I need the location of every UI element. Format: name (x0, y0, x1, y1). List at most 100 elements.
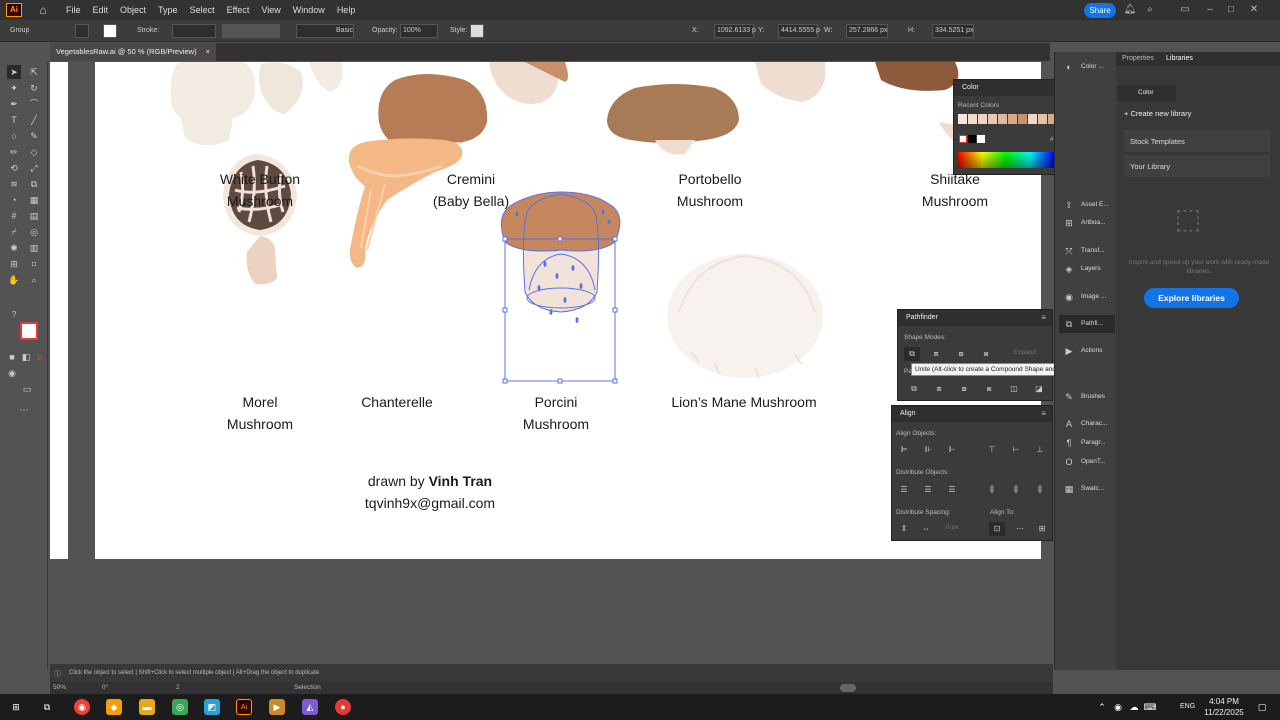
unite-icon[interactable]: ⧉ (904, 347, 920, 361)
menu-view[interactable]: View (255, 5, 286, 15)
color-mini-panel[interactable]: Color (1118, 85, 1176, 101)
recent-swatch[interactable] (1008, 114, 1018, 124)
maximize-icon[interactable]: □ (1224, 3, 1238, 17)
rotation-value[interactable]: 0° (102, 684, 108, 691)
stroke-weight-field[interactable] (172, 24, 216, 38)
mesh-tool-icon[interactable]: # (7, 209, 21, 223)
chrome-icon[interactable]: ◉ (74, 699, 90, 715)
tray-icon-3[interactable]: ⌨ (1142, 699, 1158, 715)
scale-tool-icon[interactable]: ⤢ (27, 161, 41, 175)
tray-icon-1[interactable]: ◉ (1110, 699, 1126, 715)
search-icon[interactable]: ⌕ (1143, 3, 1157, 17)
menu-select[interactable]: Select (184, 5, 221, 15)
minus-back-icon[interactable]: ◪ (1031, 382, 1047, 396)
distribute-top-icon[interactable]: ☰ (896, 483, 912, 497)
none-color-icon[interactable] (959, 135, 967, 143)
dock-paragraph[interactable]: ¶ Paragr... (1059, 434, 1115, 452)
align-panel-header[interactable]: Align ≡ (892, 406, 1052, 422)
dock-transform[interactable]: ⤧ Transf... (1059, 242, 1115, 260)
minimize-icon[interactable]: – (1203, 3, 1217, 17)
align-to-artboard-icon[interactable]: ⊞ (1034, 522, 1050, 536)
hand-tool-icon[interactable]: ✋ (7, 273, 21, 287)
dock-asset-export[interactable]: ⇪ Asset E... (1059, 196, 1115, 214)
dock-character[interactable]: A Charac... (1059, 415, 1115, 433)
tray-icon-2[interactable]: ☁ (1126, 699, 1142, 715)
align-top-icon[interactable]: ⊤ (984, 443, 1000, 457)
align-to-selection-icon[interactable]: ⊡ (989, 522, 1005, 536)
free-transform-icon[interactable]: ⧉ (27, 177, 41, 191)
your-library-row[interactable]: Your Library (1124, 155, 1270, 177)
file-explorer-icon[interactable]: ▬ (139, 699, 155, 715)
align-hcenter-icon[interactable]: ⊪ (920, 443, 936, 457)
slice-tool-icon[interactable]: ⌗ (27, 257, 41, 271)
merge-icon[interactable]: ⧇ (956, 382, 972, 396)
recent-swatch[interactable] (988, 114, 998, 124)
close-tab-icon[interactable]: × (206, 47, 210, 56)
warp-tool-icon[interactable]: ≋ (7, 177, 21, 191)
vertical-spacing-icon[interactable]: ⇕ (896, 522, 912, 536)
intersect-icon[interactable]: ⧇ (953, 347, 969, 361)
distribute-bottom-icon[interactable]: ☰ (944, 483, 960, 497)
illustrator-taskbar-icon[interactable]: Ai (236, 699, 252, 715)
notification-icon[interactable]: ▢ (1254, 699, 1270, 715)
task-view-icon[interactable]: ⧉ (39, 699, 55, 715)
align-vcenter-icon[interactable]: ⊢ (1008, 443, 1024, 457)
align-left-icon[interactable]: ⊫ (896, 443, 912, 457)
type-tool-icon[interactable]: T (7, 113, 21, 127)
color-mode-icon[interactable]: ■ (5, 350, 19, 364)
dock-swatches[interactable]: ▦ Swatc... (1059, 480, 1115, 498)
recent-swatch[interactable] (968, 114, 978, 124)
shape-builder-icon[interactable]: ◔ (7, 193, 21, 207)
ellipse-tool-icon[interactable]: ○ (7, 129, 21, 143)
minus-front-icon[interactable]: ⧈ (928, 347, 944, 361)
windows-start-icon[interactable]: ⊞ (8, 699, 24, 715)
artboard-number[interactable]: 2 (176, 684, 180, 691)
menu-effect[interactable]: Effect (221, 5, 256, 15)
home-icon[interactable]: ⌂ (36, 3, 50, 17)
white-color[interactable] (977, 135, 985, 143)
recent-swatch[interactable] (998, 114, 1008, 124)
align-menu-icon[interactable]: ≡ (1041, 409, 1046, 418)
stroke-color-icon[interactable] (20, 322, 38, 340)
graph-tool-icon[interactable]: ▥ (27, 241, 41, 255)
clock[interactable]: 4:04 PM 11/22/2025 (1196, 696, 1252, 718)
screen-mode-icon[interactable]: ▭ (20, 382, 34, 396)
distribute-right-icon[interactable]: ⫼ (1032, 483, 1048, 497)
none-mode-icon[interactable]: ⧄ (33, 350, 47, 364)
bell-icon[interactable]: 🔔︎ (1123, 3, 1137, 17)
eyedropper-icon[interactable]: ⌿ (7, 225, 21, 239)
menu-object[interactable]: Object (114, 5, 152, 15)
horizontal-scrollbar-thumb[interactable] (840, 684, 856, 692)
symbol-sprayer-icon[interactable]: ✺ (7, 241, 21, 255)
dock-brushes[interactable]: ✎ Brushes (1059, 388, 1115, 406)
menu-help[interactable]: Help (331, 5, 362, 15)
zoom-tool-icon[interactable]: ⌕ (27, 273, 41, 287)
explore-libraries-button[interactable]: Explore libraries (1144, 288, 1239, 308)
selection-tool-icon[interactable]: ➤ (7, 65, 21, 79)
dock-layers[interactable]: ◈ Layers (1059, 260, 1115, 278)
recent-swatch[interactable] (1038, 114, 1048, 124)
menu-window[interactable]: Window (287, 5, 331, 15)
record-icon[interactable]: ● (335, 699, 351, 715)
line-tool-icon[interactable]: ╱ (27, 113, 41, 127)
lasso-icon[interactable]: ↻ (27, 81, 41, 95)
tab-properties[interactable]: Properties (1122, 55, 1154, 62)
exclude-icon[interactable]: ⧆ (978, 347, 994, 361)
dock-pathfinder[interactable]: ⧉ Pathfi... (1059, 315, 1115, 333)
document-tab[interactable]: VegetablesRaw.ai @ 50 % (RGB/Preview) × (50, 43, 216, 61)
gradient-tool-icon[interactable]: ▤ (27, 209, 41, 223)
tray-chevron-icon[interactable]: ⌃ (1094, 699, 1110, 715)
black-color[interactable] (968, 135, 976, 143)
dock-color[interactable]: ◐ Color ... (1059, 58, 1115, 76)
recent-swatch[interactable] (1018, 114, 1028, 124)
share-button[interactable]: Share (1084, 3, 1116, 18)
style-swatch[interactable] (470, 24, 484, 38)
app2-icon[interactable]: ◎ (172, 699, 188, 715)
curvature-tool-icon[interactable]: ⌒ (27, 97, 41, 111)
dock-artboards[interactable]: ⊞ Artboa... (1059, 214, 1115, 232)
recent-swatch[interactable] (978, 114, 988, 124)
trim-icon[interactable]: ⧈ (931, 382, 947, 396)
direct-selection-tool-icon[interactable]: ⇱ (27, 65, 41, 79)
align-bottom-icon[interactable]: ⊥ (1032, 443, 1048, 457)
menu-type[interactable]: Type (152, 5, 184, 15)
